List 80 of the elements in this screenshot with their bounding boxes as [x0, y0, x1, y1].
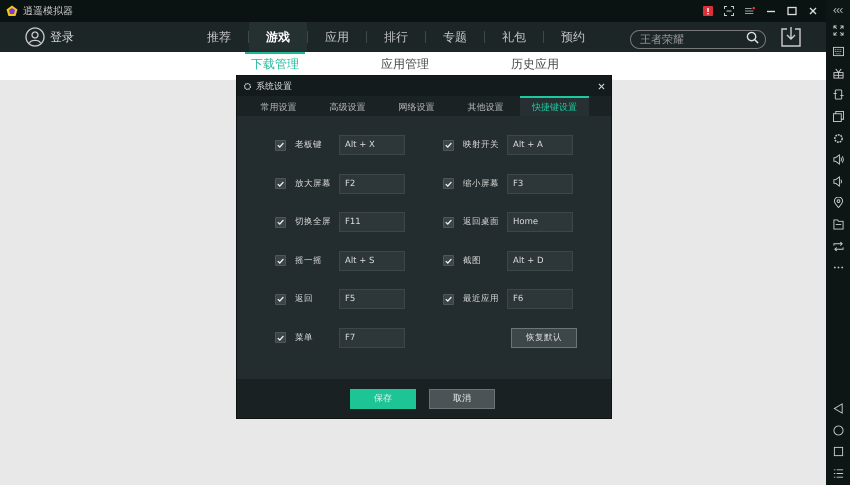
nav-tab[interactable]: 应用	[308, 22, 366, 52]
location-icon[interactable]	[832, 197, 844, 208]
sub-tab[interactable]: 应用管理	[375, 52, 435, 80]
home-icon[interactable]	[832, 424, 844, 436]
app-logo-icon	[6, 5, 18, 17]
close-icon[interactable]	[808, 6, 818, 16]
checkbox[interactable]	[443, 255, 454, 266]
checkbox[interactable]	[275, 255, 286, 266]
maximize-icon[interactable]	[787, 6, 797, 16]
keyboard-icon[interactable]	[832, 46, 844, 58]
checkbox[interactable]	[275, 294, 286, 305]
shortcut-field[interactable]: F2	[339, 174, 405, 194]
checkbox[interactable]	[275, 178, 286, 190]
shortcut-field[interactable]: Alt + D	[507, 250, 573, 271]
shortcut-field[interactable]: F7	[339, 328, 405, 348]
menu-icon[interactable]	[745, 6, 755, 16]
shortcut-label: 最近应用	[463, 293, 500, 306]
shortcut-label: 返回	[295, 293, 314, 306]
back-icon[interactable]	[832, 403, 844, 414]
shortcut-field[interactable]: Alt + S	[339, 250, 405, 271]
nav-tab[interactable]: 排行	[367, 22, 425, 52]
windows-icon[interactable]	[832, 110, 844, 122]
nav-tab[interactable]: 礼包	[485, 22, 543, 52]
shortcut-field[interactable]: F11	[339, 212, 405, 232]
download-icon[interactable]	[780, 26, 802, 48]
alert-icon[interactable]	[703, 6, 713, 16]
close-icon[interactable]	[598, 82, 605, 90]
collapse-icon[interactable]	[832, 7, 844, 14]
checkbox[interactable]	[275, 332, 286, 344]
gear-icon	[243, 82, 252, 90]
nav-tab[interactable]: 推荐	[190, 22, 248, 52]
shortcut-label: 截图	[463, 254, 482, 267]
checkbox[interactable]	[275, 216, 286, 228]
fullscreen-icon[interactable]	[832, 24, 844, 36]
checkbox[interactable]	[443, 140, 454, 150]
cancel-button[interactable]: 取消	[429, 388, 495, 408]
shortcut-field[interactable]: Alt + A	[507, 135, 573, 155]
search-field[interactable]: 王者荣耀	[630, 30, 766, 48]
dialog-title: 系统设置	[256, 80, 292, 92]
shortcut-label: 摇一摇	[295, 254, 323, 267]
avatar-icon[interactable]	[25, 27, 45, 47]
checkbox[interactable]	[443, 294, 454, 305]
shortcut-label: 放大屏幕	[295, 178, 332, 190]
nav-tab[interactable]: 预约	[544, 22, 602, 52]
settings-tab[interactable]: 其他设置	[451, 96, 520, 116]
shortcut-label: 菜单	[295, 332, 314, 344]
shortcut-field[interactable]: Alt + X	[339, 135, 405, 155]
sub-tab[interactable]: 历史应用	[505, 52, 565, 80]
screenshot-icon[interactable]	[724, 6, 734, 16]
nav-tab[interactable]: 专题	[426, 22, 484, 52]
settings-tab[interactable]: 高级设置	[313, 96, 382, 116]
swap-icon[interactable]	[832, 240, 844, 252]
checkbox[interactable]	[443, 216, 454, 228]
shortcut-label: 返回桌面	[463, 216, 500, 228]
shortcut-label: 老板键	[295, 139, 323, 151]
shortcut-field[interactable]: Home	[507, 212, 573, 232]
shortcut-label: 缩小屏幕	[463, 178, 500, 190]
volume-down-icon[interactable]	[832, 176, 844, 187]
login-link[interactable]: 登录	[50, 28, 74, 46]
list-icon[interactable]	[832, 468, 844, 479]
shortcut-label: 映射开关	[463, 139, 500, 151]
shortcut-field[interactable]: F5	[339, 289, 405, 310]
volume-up-icon[interactable]	[832, 154, 844, 166]
settings-tab[interactable]: 常用设置	[244, 96, 313, 116]
folder-icon[interactable]	[832, 218, 844, 230]
window-title: 逍遥模拟器	[23, 4, 73, 18]
shortcut-field[interactable]: F3	[507, 174, 573, 194]
checkbox[interactable]	[275, 140, 286, 150]
gift-icon[interactable]	[832, 68, 844, 79]
nav-tab[interactable]: 游戏	[249, 22, 307, 52]
search-icon[interactable]	[746, 30, 759, 44]
settings-tab[interactable]: 网络设置	[382, 96, 451, 116]
checkbox[interactable]	[443, 178, 454, 190]
settings-tab[interactable]: 快捷键设置	[520, 96, 589, 116]
shortcut-label: 切换全屏	[295, 216, 332, 228]
reset-button[interactable]: 恢复默认	[511, 328, 577, 348]
settings-icon[interactable]	[832, 132, 844, 144]
shortcut-field[interactable]: F6	[507, 289, 573, 310]
recent-apps-icon[interactable]	[832, 446, 844, 458]
rotate-icon[interactable]	[832, 89, 844, 100]
